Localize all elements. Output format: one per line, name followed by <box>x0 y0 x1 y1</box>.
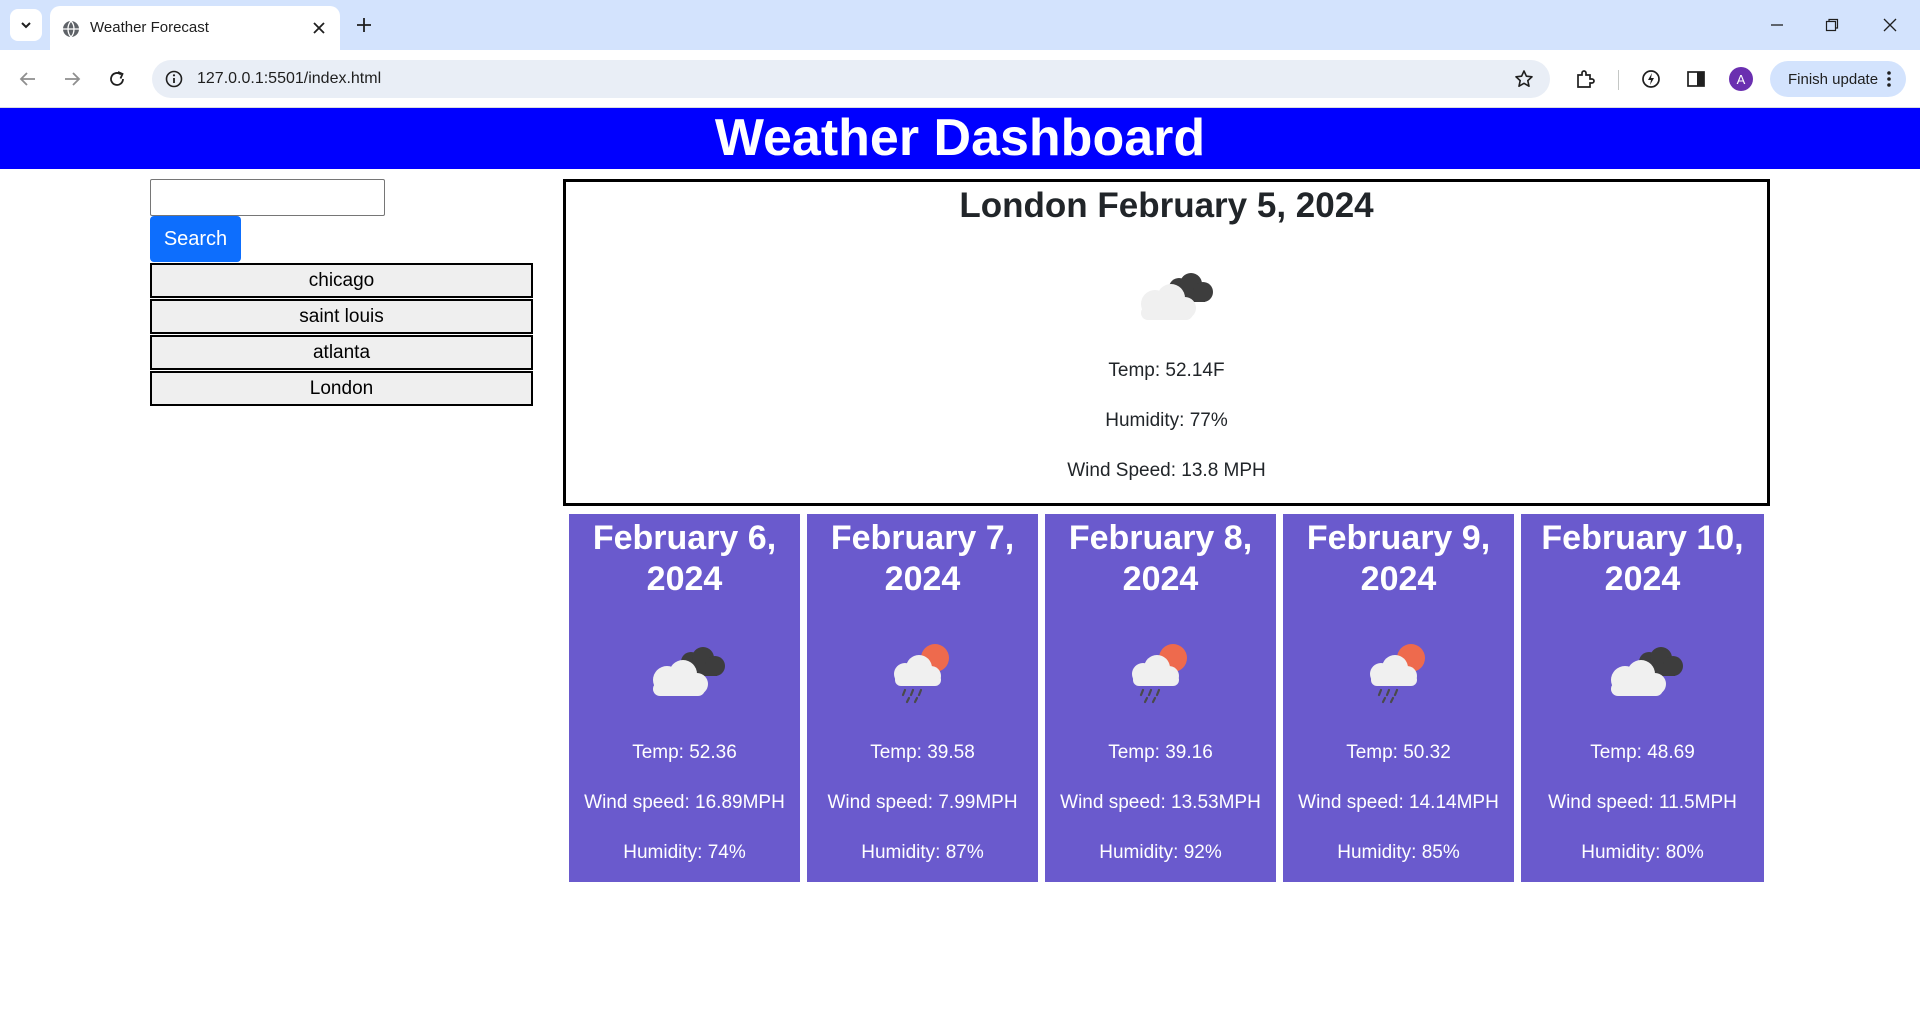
more-menu-icon[interactable] <box>1882 69 1896 89</box>
reload-icon <box>110 71 124 86</box>
forecast-date: February 10, 2024 <box>1541 519 1744 598</box>
browser-toolbar: 127.0.0.1:5501/index.html A Finish updat… <box>0 50 1920 108</box>
rain-icon <box>1370 644 1425 704</box>
broken-clouds-icon <box>1611 647 1683 696</box>
rain-icon <box>1132 644 1187 704</box>
browser-tab-strip: Weather Forecast <box>0 0 1920 50</box>
globe-icon <box>63 20 79 38</box>
current-weather-card: London February 5, 2024 Temp: 52.14F Hum… <box>563 179 1770 506</box>
forecast-wind: Wind speed: 13.53MPH <box>1060 792 1261 813</box>
close-window-button[interactable] <box>1873 10 1907 40</box>
reload-button[interactable] <box>101 63 133 95</box>
page-viewport: Weather Dashboard Search chicago saint l… <box>0 108 1920 1020</box>
forecast-date: February 9, 2024 <box>1306 519 1491 598</box>
search-button[interactable]: Search <box>150 216 241 262</box>
history-item-chicago[interactable]: chicago <box>150 263 533 298</box>
forecast-wind: Wind speed: 11.5MPH <box>1548 792 1737 813</box>
forecast-card: February 7, 2024 Temp: 39.58 Wind speed:… <box>807 514 1038 882</box>
forecast-date: February 8, 2024 <box>1068 519 1253 598</box>
forecast-humidity: Humidity: 74% <box>623 842 746 863</box>
restore-icon <box>1825 18 1839 32</box>
browser-tab[interactable]: Weather Forecast <box>50 6 340 50</box>
current-wind: Wind Speed: 13.8 MPH <box>1067 460 1266 481</box>
current-humidity: Humidity: 77% <box>1105 410 1228 431</box>
forecast-temp: Temp: 39.16 <box>1108 742 1213 763</box>
address-bar[interactable]: 127.0.0.1:5501/index.html <box>152 60 1550 98</box>
back-button[interactable] <box>12 63 44 95</box>
forecast-wind: Wind speed: 16.89MPH <box>584 792 785 813</box>
forecast-card: February 8, 2024 Temp: 39.16 Wind speed:… <box>1045 514 1276 882</box>
page-title: Weather Dashboard <box>714 109 1206 167</box>
forecast-temp: Temp: 52.36 <box>632 742 737 763</box>
tab-title: Weather Forecast <box>90 19 209 36</box>
rain-icon <box>894 644 949 704</box>
restore-button[interactable] <box>1815 10 1849 40</box>
chevron-down-icon <box>21 22 31 29</box>
forecast-wind: Wind speed: 7.99MPH <box>827 792 1018 813</box>
forecast-humidity: Humidity: 92% <box>1099 842 1222 863</box>
current-temp: Temp: 52.14F <box>1108 360 1225 381</box>
broken-clouds-icon <box>1141 273 1213 320</box>
toolbar-divider <box>1618 70 1619 90</box>
forecast-wind: Wind speed: 14.14MPH <box>1298 792 1499 813</box>
plus-icon <box>357 18 371 32</box>
history-item-saint-louis[interactable]: saint louis <box>150 299 533 334</box>
forecast-temp: Temp: 50.32 <box>1346 742 1451 763</box>
forecast-temp: Temp: 39.58 <box>870 742 975 763</box>
new-tab-button[interactable] <box>350 11 378 39</box>
history-item-atlanta[interactable]: atlanta <box>150 335 533 370</box>
forecast-date: February 7, 2024 <box>830 519 1015 598</box>
close-icon <box>1883 18 1897 32</box>
forecast-temp: Temp: 48.69 <box>1590 742 1695 763</box>
url-text: 127.0.0.1:5501/index.html <box>197 70 382 87</box>
forecast-card: February 6, 2024 Temp: 52.36 Wind speed:… <box>569 514 800 882</box>
current-city-date: London February 5, 2024 <box>959 186 1374 225</box>
city-search-input[interactable] <box>150 179 385 216</box>
finish-update-button[interactable]: Finish update <box>1770 61 1906 97</box>
arrow-left-icon <box>19 72 35 86</box>
minimize-icon <box>1771 24 1783 26</box>
forecast-humidity: Humidity: 80% <box>1581 842 1704 863</box>
bookmark-star-icon[interactable] <box>1512 67 1536 91</box>
forecast-date: February 6, 2024 <box>592 519 777 598</box>
page-header: Weather Dashboard <box>0 108 1920 169</box>
side-panel-icon[interactable] <box>1682 65 1710 93</box>
forecast-humidity: Humidity: 85% <box>1337 842 1460 863</box>
extensions-icon[interactable] <box>1571 65 1599 93</box>
tab-search-button[interactable] <box>10 9 42 41</box>
search-history-list: chicago saint louis atlanta London <box>150 263 533 407</box>
forecast-humidity: Humidity: 87% <box>861 842 984 863</box>
broken-clouds-icon <box>653 647 725 696</box>
site-info-icon[interactable] <box>162 67 186 91</box>
minimize-button[interactable] <box>1760 10 1794 40</box>
forecast-card: February 10, 2024 Temp: 48.69 Wind speed… <box>1521 514 1764 882</box>
finish-update-label: Finish update <box>1788 71 1879 88</box>
history-item-london[interactable]: London <box>150 371 533 406</box>
forecast-card: February 9, 2024 Temp: 50.32 Wind speed:… <box>1283 514 1514 882</box>
close-tab-icon[interactable] <box>308 17 330 39</box>
forward-button[interactable] <box>56 63 88 95</box>
performance-icon[interactable] <box>1637 65 1665 93</box>
arrow-right-icon <box>65 72 81 86</box>
profile-avatar[interactable]: A <box>1729 67 1753 91</box>
